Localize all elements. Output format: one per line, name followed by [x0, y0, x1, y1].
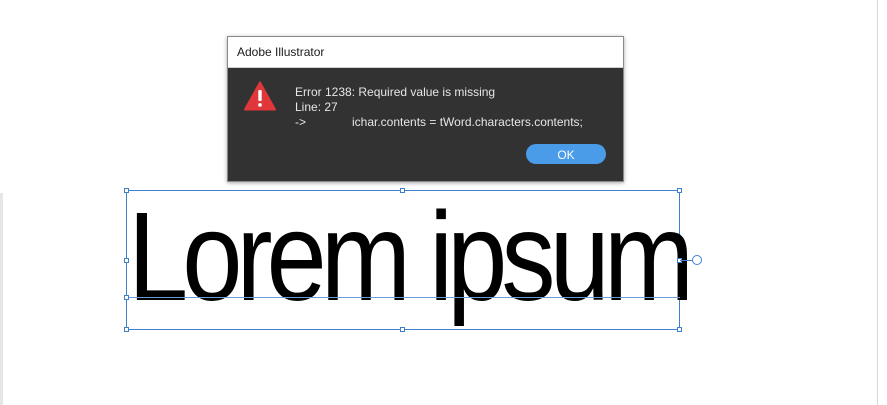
handle-bottom-left[interactable] — [124, 327, 129, 332]
error-code-text: Error 1238: Required value is missing — [295, 85, 496, 99]
artboard-edge-right — [877, 0, 878, 405]
text-baseline — [126, 297, 680, 298]
error-line-text: Line: 27 — [295, 100, 338, 114]
error-message: Error 1238: Required value is missing Li… — [295, 85, 605, 130]
error-arrow: -> — [295, 115, 307, 129]
handle-bottom-right[interactable] — [677, 327, 682, 332]
error-source-code: ichar.contents = tWord.characters.conten… — [352, 115, 583, 129]
handle-top-right[interactable] — [677, 188, 682, 193]
dialog-titlebar[interactable]: Adobe Illustrator — [228, 37, 623, 68]
error-source-line: -> ichar.contents = tWord.characters.cont… — [295, 115, 605, 130]
artboard-edge-left — [0, 193, 3, 405]
error-triangle-icon — [244, 81, 276, 111]
handle-middle-left[interactable] — [124, 258, 129, 263]
baseline-handle[interactable] — [124, 295, 129, 300]
dialog-title: Adobe Illustrator — [237, 45, 325, 59]
handle-top-center[interactable] — [400, 188, 405, 193]
selected-text-object[interactable]: Lorem ipsum — [124, 188, 702, 332]
rotate-stem — [680, 260, 692, 261]
handle-bottom-center[interactable] — [400, 327, 405, 332]
handle-top-left[interactable] — [124, 188, 129, 193]
canvas-text[interactable]: Lorem ipsum — [128, 194, 694, 320]
rotate-handle[interactable] — [692, 255, 702, 265]
error-dialog: Adobe Illustrator Error 1238: Required v… — [227, 36, 624, 182]
ok-button[interactable]: OK — [526, 144, 606, 164]
